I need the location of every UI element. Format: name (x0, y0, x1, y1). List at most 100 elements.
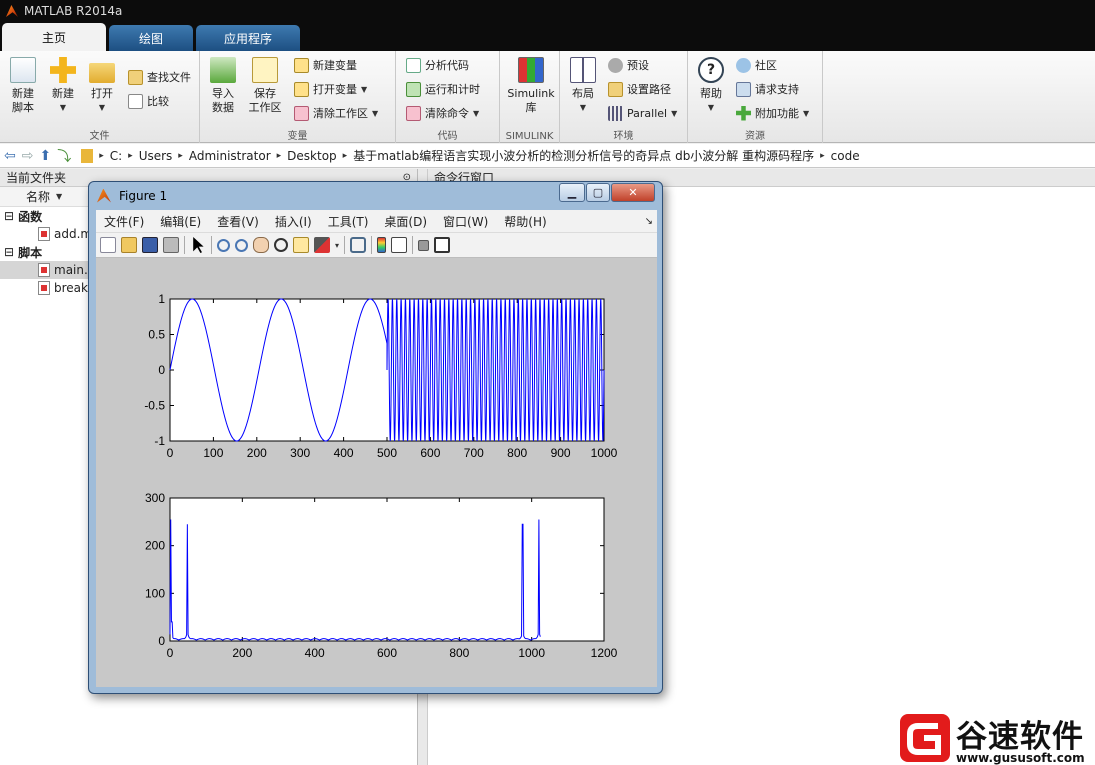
path-segment-project[interactable]: 基于matlab编程语言实现小波分析的检测分析信号的奇异点 db小波分解 重构源… (353, 147, 814, 164)
clear-workspace-button[interactable]: 清除工作区 ▼ (294, 103, 378, 123)
legend-icon[interactable] (391, 237, 408, 253)
path-segment-desktop[interactable]: Desktop (287, 149, 337, 163)
menu-edit[interactable]: 编辑(E) (152, 213, 209, 230)
zoom-in-icon[interactable] (217, 238, 230, 252)
menu-help[interactable]: 帮助(H) (496, 213, 554, 230)
add-ons-icon (736, 105, 751, 121)
new-dropdown-icon: ▼ (59, 103, 67, 112)
up-folder-icon[interactable]: ⬆ (39, 148, 51, 164)
y-tick-label: 0 (158, 634, 165, 648)
menu-view[interactable]: 查看(V) (209, 213, 267, 230)
print-icon[interactable] (163, 237, 179, 253)
new-variable-button[interactable]: 新建变量 (294, 55, 357, 75)
new-script-button[interactable]: 新建 脚本 (2, 57, 44, 115)
path-separator-icon: ▸ (178, 150, 183, 161)
tab-home[interactable]: 主页 (2, 23, 106, 51)
layout-label: 布局 (572, 87, 594, 100)
open-variable-dropdown-icon[interactable]: ▼ (361, 85, 367, 94)
analyze-code-button[interactable]: 分析代码 (406, 55, 469, 75)
open-variable-button[interactable]: 打开变量 ▼ (294, 79, 367, 99)
brush-dropdown-icon[interactable]: ▾ (335, 241, 339, 250)
parallel-label: Parallel (627, 106, 668, 120)
menu-desktop[interactable]: 桌面(D) (376, 213, 435, 230)
clear-commands-dropdown-icon[interactable]: ▼ (473, 109, 479, 118)
back-arrow-icon[interactable]: ⇦ (4, 148, 16, 164)
help-button[interactable]: ? 帮助 ▼ (690, 57, 732, 115)
variable-group: 导入 数据 保存 工作区 新建变量 打开变量 ▼ 清除工作区 ▼ 变量 (200, 51, 396, 143)
run-and-time-button[interactable]: 运行和计时 (406, 79, 480, 99)
link-icon[interactable] (350, 237, 367, 253)
browse-folder-icon[interactable]: ⤵ (57, 146, 71, 166)
menu-file[interactable]: 文件(F) (96, 213, 152, 230)
menu-insert[interactable]: 插入(I) (267, 213, 320, 230)
find-files-icon (128, 69, 143, 85)
parallel-button[interactable]: Parallel ▼ (608, 103, 677, 123)
y-tick-label: -1 (154, 434, 165, 448)
clear-workspace-dropdown-icon[interactable]: ▼ (372, 109, 378, 118)
tab-apps[interactable]: 应用程序 (196, 25, 300, 51)
pan-icon[interactable] (253, 237, 269, 253)
y-tick-label: 0 (158, 363, 165, 377)
open-file-icon[interactable] (121, 237, 137, 253)
toolbar-separator (412, 236, 414, 254)
clear-workspace-label: 清除工作区 (313, 107, 368, 120)
find-files-button[interactable]: 查找文件 (128, 67, 191, 87)
pointer-icon[interactable] (193, 237, 204, 253)
layout-button[interactable]: 布局 ▼ (562, 57, 604, 115)
rotate-icon[interactable] (274, 238, 288, 252)
analyze-code-label: 分析代码 (425, 59, 469, 72)
menu-tools[interactable]: 工具(T) (320, 213, 377, 230)
simulink-library-button[interactable]: Simulink 库 (504, 57, 558, 115)
x-tick-label: 600 (420, 446, 440, 460)
x-tick-label: 100 (203, 446, 223, 460)
add-ons-label: 附加功能 (755, 107, 799, 120)
save-workspace-button[interactable]: 保存 工作区 (244, 57, 286, 115)
show-plot-tools-icon[interactable] (434, 237, 451, 253)
community-button[interactable]: 社区 (736, 55, 777, 75)
watermark: 谷速软件 www.gususoft.com (898, 711, 1095, 765)
forward-arrow-icon[interactable]: ⇨ (22, 148, 34, 164)
brush-icon[interactable] (314, 237, 330, 253)
collapse-icon[interactable]: ⊟ (4, 245, 14, 259)
add-ons-button[interactable]: 附加功能 ▼ (736, 103, 809, 123)
path-segment-users[interactable]: Users (139, 149, 173, 163)
preferences-button[interactable]: 预设 (608, 55, 649, 75)
path-separator-icon: ▸ (99, 150, 104, 161)
path-segment-c[interactable]: C: (110, 149, 122, 163)
request-support-button[interactable]: 请求支持 (736, 79, 799, 99)
colorbar-icon[interactable] (377, 237, 387, 253)
minimize-button[interactable]: ▁ (559, 183, 585, 202)
dock-arrow-icon[interactable]: ↘ (645, 216, 653, 227)
clear-commands-button[interactable]: 清除命令 ▼ (406, 103, 479, 123)
clear-workspace-icon (294, 105, 309, 121)
address-bar: ⇦ ⇨ ⬆ ⤵ ▸ C: ▸ Users ▸ Administrator ▸ D… (0, 144, 1095, 168)
open-button[interactable]: 打开 ▼ (81, 57, 123, 115)
save-icon[interactable] (142, 237, 158, 253)
collapse-icon[interactable]: ⊟ (4, 209, 14, 223)
compare-button[interactable]: 比较 (128, 91, 169, 111)
data-cursor-icon[interactable] (293, 237, 309, 253)
close-button[interactable]: ✕ (611, 183, 655, 202)
set-path-button[interactable]: 设置路径 (608, 79, 671, 99)
current-folder-title: 当前文件夹 (6, 171, 67, 185)
ribbon-tab-bar: 主页 绘图 应用程序 (0, 22, 1095, 51)
tab-plots[interactable]: 绘图 (109, 25, 193, 51)
hide-plot-tools-icon[interactable] (418, 239, 430, 251)
maximize-icon: ▢ (592, 186, 604, 199)
x-tick-label: 800 (507, 446, 527, 460)
maximize-button[interactable]: ▢ (586, 183, 610, 202)
path-segment-administrator[interactable]: Administrator (189, 149, 271, 163)
add-ons-dropdown-icon[interactable]: ▼ (803, 109, 809, 118)
figure-canvas[interactable]: 0 100 200 300 400 500 600 700 800 900 1000 -1 -0.5 0 0… (96, 258, 657, 687)
new-button[interactable]: 新建 ▼ (42, 57, 84, 115)
set-path-label: 设置路径 (627, 83, 671, 96)
import-data-button[interactable]: 导入 数据 (202, 57, 244, 115)
new-figure-icon[interactable] (100, 237, 116, 253)
path-segment-code[interactable]: code (831, 149, 860, 163)
figure-window: Figure 1 ▁ ▢ ✕ 文件(F) 编辑(E) 查看(V) 插入(I) 工… (88, 181, 663, 694)
zoom-out-icon[interactable] (235, 238, 248, 252)
script-file-icon (38, 281, 50, 295)
menu-window[interactable]: 窗口(W) (435, 213, 496, 230)
parallel-dropdown-icon[interactable]: ▼ (671, 109, 677, 118)
file-group-label: 文件 (89, 131, 110, 142)
